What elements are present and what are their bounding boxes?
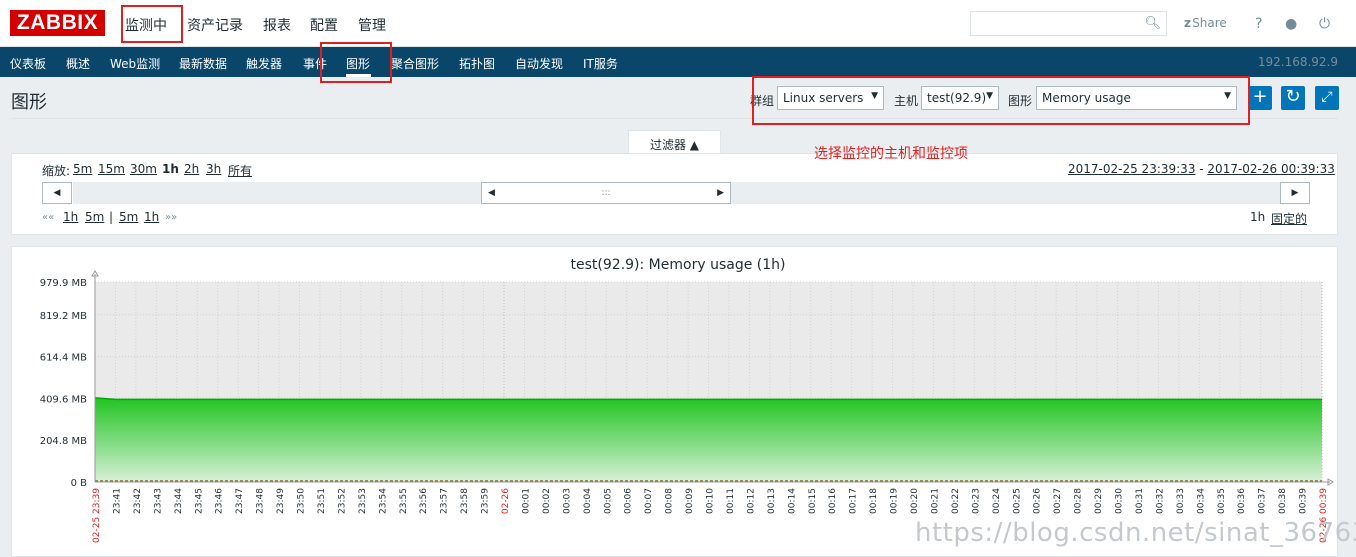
x-tick-label: 00:38: [1278, 488, 1288, 514]
x-tick-label: 00:05: [603, 488, 613, 514]
x-tick-label: 00:15: [808, 488, 818, 514]
x-tick-label: 23:53: [358, 488, 368, 514]
x-tick-label: 00:08: [665, 488, 675, 514]
x-tick-label: 23:54: [378, 488, 388, 514]
x-tick-label: 00:21: [930, 488, 940, 514]
x-tick-label: 00:10: [706, 488, 716, 514]
x-tick-label: 23:52: [337, 488, 347, 514]
x-tick-label: 02-25 23:39: [92, 488, 102, 543]
x-tick-label: 23:43: [153, 488, 163, 514]
x-tick-label: 23:51: [317, 488, 327, 514]
x-tick-label: 00:26: [1033, 488, 1043, 514]
x-tick-label: 00:24: [992, 488, 1002, 514]
x-tick-label: 00:22: [951, 488, 961, 514]
y-tick-label: 409.6 MB: [40, 394, 87, 405]
x-tick-label: 23:48: [256, 488, 266, 514]
x-tick-label: 23:56: [419, 488, 429, 514]
x-tick-label: 00:37: [1258, 488, 1268, 514]
highlight-box: [752, 76, 1250, 125]
x-tick-label: 00:29: [1094, 488, 1104, 514]
highlight-box: [121, 5, 183, 43]
series-area: [95, 397, 1322, 482]
x-tick-label: 23:41: [112, 488, 122, 514]
x-tick-label: 00:27: [1053, 488, 1063, 514]
watermark: https://blog.csdn.net/sinat_36763721: [915, 518, 1356, 548]
annotation-text: 选择监控的主机和监控项: [814, 146, 968, 162]
x-tick-label: 00:09: [685, 488, 695, 514]
x-tick-label: 23:45: [194, 488, 204, 514]
y-tick-label: 819.2 MB: [40, 311, 87, 322]
x-tick-label: 23:44: [174, 488, 184, 514]
x-tick-label: 00:32: [1155, 488, 1165, 514]
x-tick-label: 23:55: [399, 488, 409, 514]
highlight-box: [320, 42, 392, 83]
x-tick-label: 00:36: [1237, 488, 1247, 514]
x-tick-label: 23:59: [481, 488, 491, 514]
x-tick-label: 00:28: [1074, 488, 1084, 514]
x-tick-label: 00:04: [583, 488, 593, 514]
x-tick-label: 23:50: [297, 488, 307, 514]
x-tick-label: 23:47: [235, 488, 245, 514]
y-tick-label: 0 B: [71, 478, 88, 489]
x-tick-label: 00:20: [910, 488, 920, 514]
x-tick-label: 00:02: [542, 488, 552, 514]
y-tick-label: 979.9 MB: [40, 278, 87, 289]
x-tick-label: 00:16: [828, 488, 838, 514]
x-tick-label: 00:23: [971, 488, 981, 514]
x-tick-label: 00:06: [624, 488, 634, 514]
x-tick-label: 00:39: [1299, 488, 1309, 514]
x-tick-label: 00:31: [1135, 488, 1145, 514]
x-tick-label: 23:57: [440, 488, 450, 514]
x-tick-label: 00:12: [746, 488, 756, 514]
y-tick-label: 204.8 MB: [40, 436, 87, 447]
x-tick-label: 00:17: [849, 488, 859, 514]
x-tick-label: 02-26: [501, 488, 511, 514]
x-tick-label: 00:13: [767, 488, 777, 514]
x-tick-label: 23:46: [215, 488, 225, 514]
x-tick-label: 00:25: [1012, 488, 1022, 514]
x-tick-label: 23:49: [276, 488, 286, 514]
x-tick-label: 00:01: [521, 488, 531, 514]
x-tick-label: 00:33: [1176, 488, 1186, 514]
x-tick-label: 23:58: [460, 488, 470, 514]
x-tick-label: 00:30: [1115, 488, 1125, 514]
x-tick-label: 00:03: [562, 488, 572, 514]
x-tick-label: 00:35: [1217, 488, 1227, 514]
x-tick-label: 00:18: [869, 488, 879, 514]
x-tick-label: 00:11: [726, 488, 736, 514]
x-tick-label: 23:42: [133, 488, 143, 514]
y-tick-label: 614.4 MB: [40, 353, 87, 364]
x-tick-label: 00:34: [1196, 488, 1206, 514]
x-tick-label: 00:14: [787, 488, 797, 514]
x-tick-label: 00:07: [644, 488, 654, 514]
x-tick-label: 00:19: [890, 488, 900, 514]
